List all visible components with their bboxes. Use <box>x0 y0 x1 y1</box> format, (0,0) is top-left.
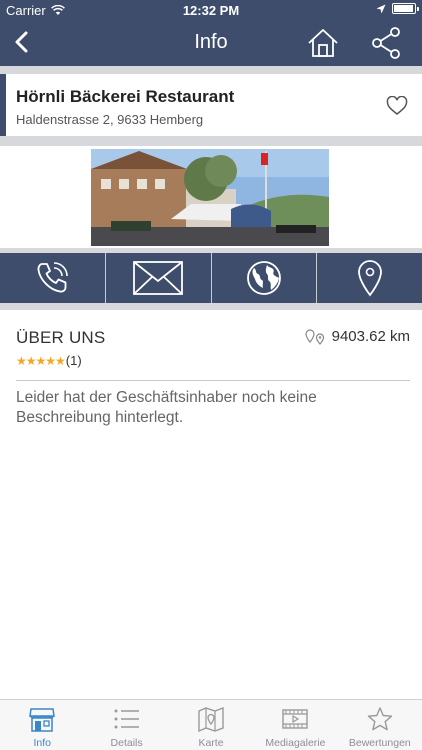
home-icon[interactable] <box>306 26 340 60</box>
about-heading: ÜBER UNS <box>16 328 106 347</box>
navigation-bar: Info <box>0 20 422 66</box>
directions-button[interactable] <box>317 253 422 303</box>
restaurant-photo[interactable] <box>91 149 329 246</box>
separator <box>0 136 422 146</box>
tab-bar: Info Details Karte Mediagalerie Bewertun… <box>0 699 422 750</box>
store-icon <box>29 708 56 732</box>
tab-reviews[interactable]: Bewertungen <box>338 700 422 750</box>
distance-info: 9403.62 km <box>304 328 410 345</box>
clock: 12:32 PM <box>182 3 240 18</box>
globe-icon <box>246 261 281 295</box>
email-button[interactable] <box>106 253 212 303</box>
rating-count: (1) <box>65 353 82 368</box>
distance-pins-icon <box>305 328 324 345</box>
business-address: Haldenstrasse 2, 9633 Hemberg <box>16 112 204 127</box>
heart-icon[interactable] <box>386 96 408 116</box>
divider <box>16 380 410 381</box>
rating[interactable]: ★★★★★ (1) <box>16 353 82 368</box>
distance-value: 9403.62 km <box>331 328 410 345</box>
tab-media-gallery[interactable]: Mediagalerie <box>253 700 337 750</box>
call-button[interactable] <box>0 253 106 303</box>
tab-details[interactable]: Details <box>84 700 168 750</box>
tab-label: Mediagalerie <box>265 737 326 749</box>
tab-map[interactable]: Karte <box>169 700 253 750</box>
tab-label: Info <box>33 737 51 749</box>
star-rating: ★★★★★ <box>16 353 66 368</box>
business-description: Leider hat der Geschäftsinhaber noch kei… <box>16 389 317 426</box>
share-icon[interactable] <box>370 26 402 60</box>
website-button[interactable] <box>212 253 318 303</box>
location-arrow-icon <box>376 4 386 13</box>
video-icon <box>282 709 309 729</box>
separator <box>0 66 422 74</box>
photo-container <box>0 146 422 248</box>
list-icon <box>114 709 139 729</box>
tab-label: Bewertungen <box>348 737 411 749</box>
phone-icon <box>37 262 69 293</box>
mail-icon <box>133 261 184 295</box>
tab-info[interactable]: Info <box>0 700 84 750</box>
status-bar: Carrier 12:32 PM <box>0 0 422 20</box>
tab-label: Karte <box>198 737 224 749</box>
page-title: Info <box>194 31 228 53</box>
contact-actions <box>0 253 422 303</box>
business-name: Hörnli Bäckerei Restaurant <box>16 87 235 106</box>
star-icon <box>367 707 393 731</box>
tab-label: Details <box>110 737 143 749</box>
battery-icon <box>392 3 419 14</box>
business-header: Hörnli Bäckerei Restaurant Haldenstrasse… <box>0 74 422 136</box>
map-icon <box>198 706 224 732</box>
location-pin-icon <box>357 260 382 297</box>
separator <box>0 303 422 310</box>
